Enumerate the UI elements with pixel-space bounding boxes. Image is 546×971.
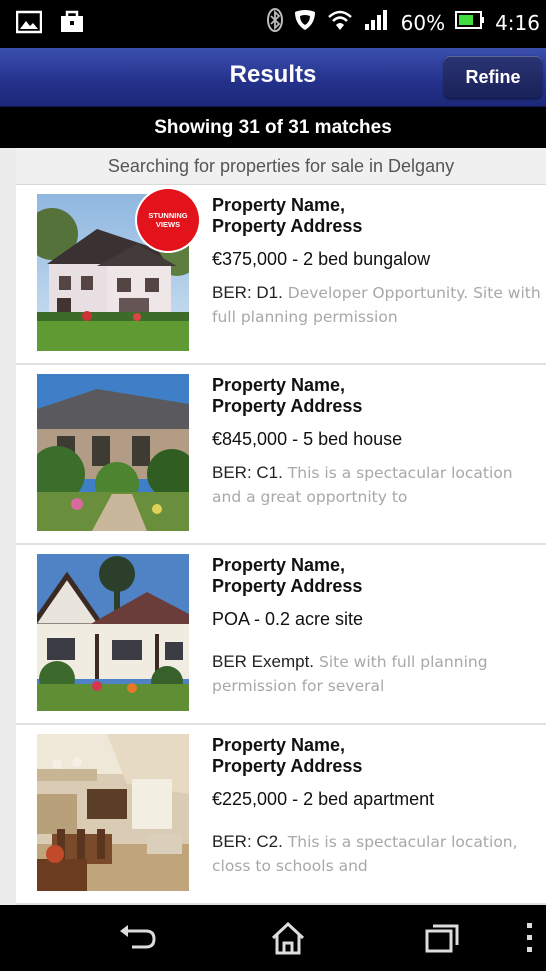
property-name: Property Name, [212,555,346,575]
navigation-bar [0,905,546,971]
property-address: Property Address [212,216,363,236]
property-name: Property Name, [212,735,346,755]
battery-icon [455,10,485,35]
recent-apps-icon[interactable] [424,921,460,960]
list-item[interactable]: Property Name, Property Address €225,000… [16,725,546,905]
search-context: Searching for properties for sale in Del… [16,148,546,185]
property-name: Property Name, [212,375,346,395]
back-icon[interactable] [118,921,158,960]
property-price: €225,000 - 2 bed apartment [212,789,435,809]
ber-rating: BER Exempt. [212,652,315,671]
property-photo [37,554,189,711]
image-icon [15,10,43,39]
property-address: Property Address [212,576,363,596]
property-description: BER: C2. This is a spectacular location,… [212,832,518,875]
results-screen: 60% 4:16 Results Refine Showing 31 of 31… [0,0,546,971]
ber-rating: BER: D1. [212,283,283,302]
menu-dots-icon[interactable] [524,921,534,960]
matches-count: Showing 31 of 31 matches [0,107,546,148]
ber-rating: BER: C2. [212,832,283,851]
property-description: BER Exempt. Site with full planning perm… [212,652,488,695]
property-description: BER: C1. This is a spectacular location … [212,463,513,506]
briefcase-icon [60,10,84,39]
status-bar: 60% 4:16 [0,0,546,48]
property-price: POA - 0.2 acre site [212,609,364,629]
wifi-icon [327,8,353,37]
status-time: 4:16 [495,10,540,35]
app-header: Results Refine [0,48,546,107]
property-price: €845,000 - 5 bed house [212,429,403,449]
battery-percent: 60% [400,10,446,35]
results-list: STUNNING VIEWS Property Name, Property A… [16,185,546,905]
property-name: Property Name, [212,195,346,215]
bluetooth-icon [266,8,283,37]
ber-rating: BER: C1. [212,463,283,482]
list-item[interactable]: Property Name, Property Address €845,000… [16,365,546,545]
property-description: BER: D1. Developer Opportunity. Site wit… [212,283,541,326]
property-address: Property Address [212,756,363,776]
shield-icon [293,8,317,37]
property-photo [37,374,189,531]
property-price: €375,000 - 2 bed bungalow [212,249,431,269]
property-address: Property Address [212,396,363,416]
list-item[interactable]: STUNNING VIEWS Property Name, Property A… [16,185,546,365]
signal-icon [363,8,391,37]
property-photo [37,734,189,891]
home-icon[interactable] [270,921,306,962]
refine-button[interactable]: Refine [444,56,542,98]
stunning-views-badge: STUNNING VIEWS [137,189,199,251]
list-item[interactable]: Property Name, Property Address POA - 0.… [16,545,546,725]
